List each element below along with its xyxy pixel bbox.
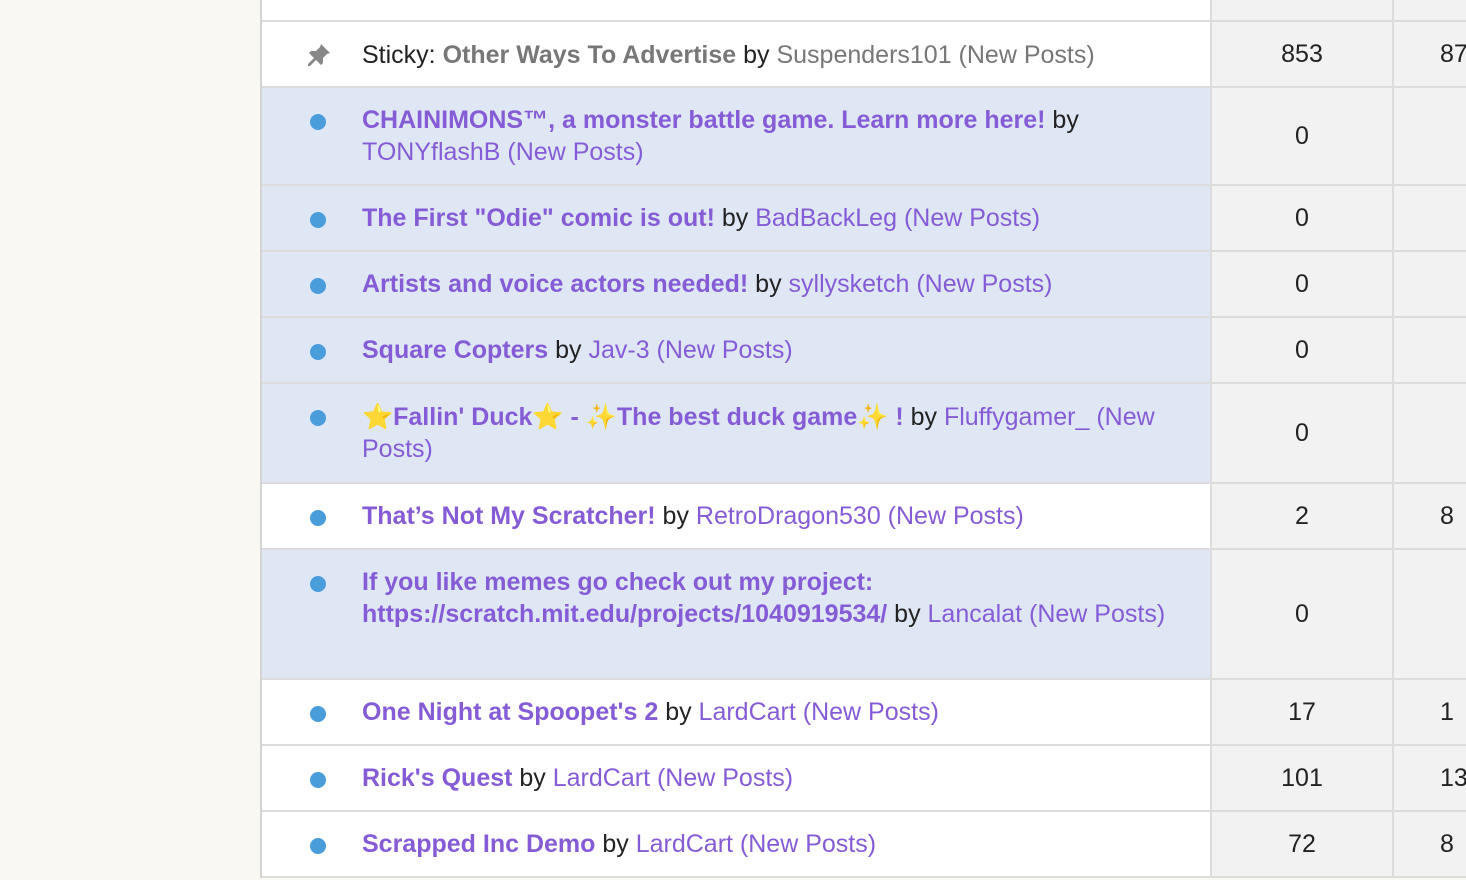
topic-title-link[interactable]: One Night at Spoopet's 2 — [362, 698, 658, 726]
topic-title-link[interactable]: That’s Not My Scratcher! — [362, 502, 656, 530]
topic-title-link[interactable]: ⭐Fallin' Duck⭐ - ✨The best duck game✨ ! — [362, 403, 904, 431]
by-label: by — [548, 336, 589, 364]
topic-list: Sticky: Other Ways To Advertise by Suspe… — [260, 0, 1466, 878]
new-posts-link[interactable]: (New Posts) — [650, 764, 793, 792]
by-label: by — [903, 403, 944, 431]
unread-dot-icon — [310, 212, 326, 228]
unread-dot-icon — [310, 114, 326, 130]
by-label: by — [887, 600, 928, 628]
unread-dot-icon — [310, 838, 326, 854]
topic-row: Artists and voice actors needed! by syll… — [262, 252, 1466, 318]
author-link[interactable]: RetroDragon530 — [696, 502, 881, 530]
topic-row: ⭐Fallin' Duck⭐ - ✨The best duck game✨ ! … — [262, 384, 1466, 484]
views-count — [1392, 186, 1466, 250]
replies-count: 0 — [1210, 252, 1392, 316]
topic-row: The First "Odie" comic is out! by BadBac… — [262, 186, 1466, 252]
author-link[interactable]: TONYflashB — [362, 138, 500, 166]
replies-count: 17 — [1210, 680, 1392, 744]
topic-row-partial — [262, 0, 1466, 22]
topic-title-link[interactable]: Scrapped Inc Demo — [362, 830, 595, 858]
topic-row: One Night at Spoopet's 2 by LardCart (Ne… — [262, 680, 1466, 746]
topic-title-link[interactable]: Square Copters — [362, 336, 548, 364]
topic-title-link[interactable]: The First "Odie" comic is out! — [362, 204, 715, 232]
new-posts-link[interactable]: (New Posts) — [952, 41, 1095, 69]
unread-dot-icon — [310, 344, 326, 360]
topic-title-link[interactable]: CHAINIMONS™, a monster battle game. Lear… — [362, 106, 1045, 134]
author-link[interactable]: BadBackLeg — [755, 204, 897, 232]
author-link[interactable]: Suspenders101 — [776, 41, 951, 69]
topic-title-link[interactable]: Other Ways To Advertise — [443, 41, 737, 69]
pin-icon — [308, 44, 330, 66]
author-link[interactable]: LardCart — [636, 830, 733, 858]
topic-row: Scrapped Inc Demo by LardCart (New Posts… — [262, 812, 1466, 878]
views-count — [1392, 252, 1466, 316]
new-posts-link[interactable]: (New Posts) — [650, 336, 793, 364]
views-count — [1392, 88, 1466, 184]
unread-dot-icon — [310, 706, 326, 722]
unread-dot-icon — [310, 410, 326, 426]
views-count — [1392, 318, 1466, 382]
author-link[interactable]: Fluffygamer_ — [944, 403, 1089, 431]
views-count — [1392, 550, 1466, 678]
replies-count: 0 — [1210, 318, 1392, 382]
replies-count: 0 — [1210, 186, 1392, 250]
topic-row: Square Copters by Jav-3 (New Posts) 0 — [262, 318, 1466, 384]
topic-row: CHAINIMONS™, a monster battle game. Lear… — [262, 88, 1466, 186]
topic-row: If you like memes go check out my projec… — [262, 550, 1466, 680]
by-label: by — [714, 204, 756, 232]
topic-title-link[interactable]: Rick's Quest — [362, 764, 512, 792]
author-link[interactable]: Lancalat — [928, 600, 1023, 628]
replies-count: 2 — [1210, 484, 1392, 548]
by-label: by — [1045, 106, 1079, 134]
views-count: 1 — [1392, 680, 1466, 744]
new-posts-link[interactable]: (New Posts) — [1022, 600, 1165, 628]
replies-count: 101 — [1210, 746, 1392, 810]
sticky-label: Sticky: — [362, 41, 443, 69]
views-count: 8 — [1392, 484, 1466, 548]
replies-count: 72 — [1210, 812, 1392, 876]
by-label: by — [655, 502, 696, 530]
author-link[interactable]: Jav-3 — [588, 336, 649, 364]
new-posts-link[interactable]: (New Posts) — [733, 830, 876, 858]
views-count: 13 — [1392, 746, 1466, 810]
replies-count: 0 — [1210, 384, 1392, 482]
unread-dot-icon — [310, 772, 326, 788]
replies-count: 0 — [1210, 550, 1392, 678]
views-count: 87 — [1392, 22, 1466, 86]
by-label: by — [595, 830, 636, 858]
by-label: by — [658, 698, 699, 726]
replies-count: 0 — [1210, 88, 1392, 184]
topic-row: That’s Not My Scratcher! by RetroDragon5… — [262, 484, 1466, 550]
topic-title-link[interactable]: Artists and voice actors needed! — [362, 270, 748, 298]
topic-row-sticky: Sticky: Other Ways To Advertise by Suspe… — [262, 22, 1466, 88]
replies-count: 853 — [1210, 22, 1392, 86]
new-posts-link[interactable]: (New Posts) — [796, 698, 939, 726]
author-link[interactable]: LardCart — [553, 764, 650, 792]
author-link[interactable]: LardCart — [699, 698, 796, 726]
unread-dot-icon — [310, 278, 326, 294]
new-posts-link[interactable]: (New Posts) — [897, 204, 1040, 232]
unread-dot-icon — [310, 510, 326, 526]
topic-row: Rick's Quest by LardCart (New Posts) 101… — [262, 746, 1466, 812]
new-posts-link[interactable]: (New Posts) — [881, 502, 1024, 530]
topic-title-link[interactable]: If you like memes go check out my projec… — [362, 568, 887, 628]
unread-dot-icon — [310, 576, 326, 592]
views-count — [1392, 384, 1466, 482]
by-label: by — [748, 270, 789, 298]
author-link[interactable]: syllysketch — [789, 270, 910, 298]
by-label: by — [736, 41, 777, 69]
new-posts-link[interactable]: (New Posts) — [500, 138, 643, 166]
by-label: by — [512, 764, 553, 792]
views-count: 8 — [1392, 812, 1466, 876]
new-posts-link[interactable]: (New Posts) — [909, 270, 1052, 298]
